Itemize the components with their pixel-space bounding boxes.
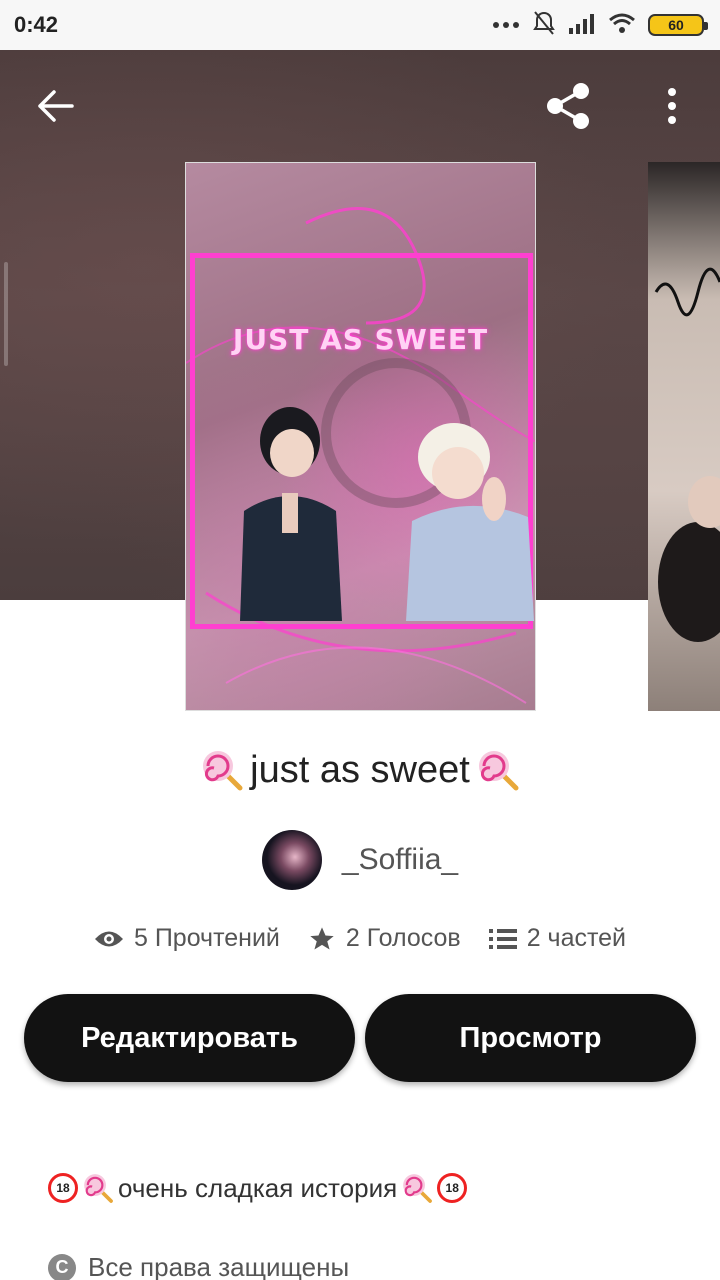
reads-count: 5 Прочтений <box>133 924 280 952</box>
view-button[interactable]: Просмотр <box>365 994 696 1082</box>
story-description: 18 очень сладкая история 18 <box>48 1172 468 1204</box>
action-buttons: Редактировать Просмотр <box>24 994 696 1082</box>
star-icon <box>310 926 334 949</box>
mute-bell-icon <box>532 10 556 41</box>
copyright-row: C Все права защищены <box>48 1252 349 1280</box>
author-avatar[interactable] <box>261 830 322 890</box>
lollipop-icon <box>478 751 519 791</box>
signal-icon <box>568 12 596 39</box>
lollipop-icon <box>403 1174 433 1203</box>
copyright-text: Все права защищены <box>88 1252 350 1280</box>
back-button[interactable] <box>28 78 84 134</box>
edit-button[interactable]: Редактировать <box>24 994 355 1082</box>
list-icon <box>488 928 517 949</box>
status-bar: 0:42 60 <box>0 0 720 50</box>
lollipop-icon <box>84 1174 113 1203</box>
eye-icon <box>94 931 123 946</box>
copyright-icon: C <box>48 1253 76 1280</box>
wifi-icon <box>608 12 636 39</box>
age-18-icon: 18 <box>48 1173 78 1203</box>
story-cover[interactable]: JUST AS SWEET <box>185 162 536 711</box>
age-18-icon: 18 <box>437 1173 468 1203</box>
status-icons: 60 <box>492 10 708 41</box>
parts-stat[interactable]: 2 частей <box>488 924 627 953</box>
battery-indicator: 60 <box>648 14 708 36</box>
description-text: очень сладкая история <box>118 1172 398 1203</box>
votes-count: 2 Голосов <box>345 924 461 952</box>
story-title: just as sweet <box>250 748 470 791</box>
arrow-back-icon <box>38 90 74 122</box>
scroll-indicator <box>4 262 8 366</box>
reads-stat: 5 Прочтений <box>94 924 280 953</box>
next-cover-art <box>654 267 720 642</box>
votes-stat: 2 Голосов <box>308 924 461 953</box>
more-options-button[interactable] <box>644 78 700 134</box>
parts-count: 2 частей <box>526 924 627 952</box>
author-row[interactable]: _Soffiia_ <box>0 830 720 890</box>
cover-person-right <box>406 423 534 621</box>
more-dots-icon <box>492 16 520 34</box>
story-stats: 5 Прочтений 2 Голосов 2 частей <box>0 924 720 953</box>
share-button[interactable] <box>540 78 596 134</box>
more-vert-icon <box>668 88 676 124</box>
status-time: 0:42 <box>14 12 59 37</box>
cover-person-left <box>240 407 342 621</box>
share-icon <box>547 83 589 129</box>
cover-title-text: JUST AS SWEET <box>232 323 489 356</box>
next-story-cover[interactable] <box>648 162 720 711</box>
top-app-bar <box>0 72 720 142</box>
story-title-row: just as sweet <box>0 748 720 802</box>
lollipop-icon <box>203 751 243 791</box>
author-name[interactable]: _Soffiia_ <box>342 843 458 877</box>
